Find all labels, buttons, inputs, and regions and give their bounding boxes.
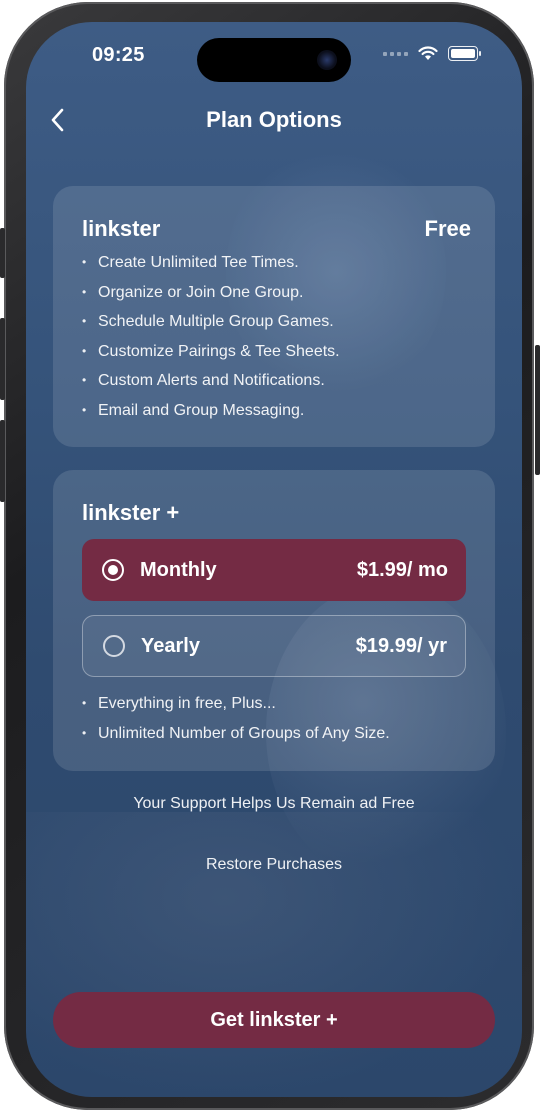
- radio-unselected-icon[interactable]: [103, 635, 125, 657]
- volume-up-button: [0, 318, 5, 400]
- action-button: [0, 228, 5, 278]
- feature-item: • Custom Alerts and Notifications.: [82, 372, 325, 389]
- feature-item: • Customize Pairings & Tee Sheets.: [82, 342, 340, 360]
- status-icons: [383, 46, 481, 61]
- monthly-price: $1.99/ mo: [356, 558, 448, 581]
- feature-item: • Create Unlimited Tee Times.: [82, 254, 299, 271]
- feature-item: • Schedule Multiple Group Games.: [82, 313, 334, 330]
- monthly-option[interactable]: Monthly $1.99/ mo: [82, 539, 466, 601]
- page-title: Plan Options: [206, 107, 342, 132]
- volume-down-button: [0, 420, 5, 502]
- free-plan-card: linkster Free • Create Unlimited Tee Time…: [53, 186, 495, 447]
- dynamic-island: [197, 38, 351, 82]
- plus-plan-name: linkster +: [82, 500, 180, 525]
- yearly-option[interactable]: Yearly $19.99/ yr: [82, 615, 466, 677]
- yearly-label: Yearly: [141, 634, 200, 657]
- battery-icon: [448, 46, 481, 61]
- background-turf: [26, 812, 522, 1097]
- yearly-price: $19.99/ yr: [355, 634, 447, 657]
- feature-item: • Everything in free, Plus...: [82, 695, 276, 712]
- camera-icon: [317, 50, 337, 70]
- cellular-dots-icon: [383, 51, 408, 56]
- feature-item: • Organize or Join One Group.: [82, 283, 304, 301]
- radio-selected-icon[interactable]: [102, 559, 124, 581]
- support-message: Your Support Helps Us Remain ad Free: [133, 795, 415, 812]
- free-plan-features: • Create Unlimited Tee Times. • Organize o…: [82, 248, 340, 425]
- restore-purchases-link[interactable]: Restore Purchases: [26, 856, 522, 874]
- plus-plan-card: linkster + Monthly $1.99/ mo Yearly $19.…: [53, 470, 495, 771]
- get-linkster-plus-button[interactable]: Get linkster +: [53, 992, 495, 1048]
- free-plan-price: Free: [424, 216, 471, 241]
- feature-item: • Email and Group Messaging.: [82, 401, 305, 419]
- monthly-label: Monthly: [140, 558, 217, 581]
- wifi-icon: [418, 46, 438, 60]
- feature-item: • Unlimited Number of Groups of Any Size.: [82, 724, 390, 742]
- phone-frame: 09:25 Plan Options linkster Free • Creat…: [4, 2, 534, 1110]
- plus-plan-features: • Everything in free, Plus... • Unlimited …: [82, 689, 390, 748]
- free-plan-name: linkster: [82, 216, 161, 241]
- app-screen: 09:25 Plan Options linkster Free • Creat…: [26, 22, 522, 1097]
- status-time: 09:25: [92, 44, 145, 66]
- power-button: [535, 345, 540, 475]
